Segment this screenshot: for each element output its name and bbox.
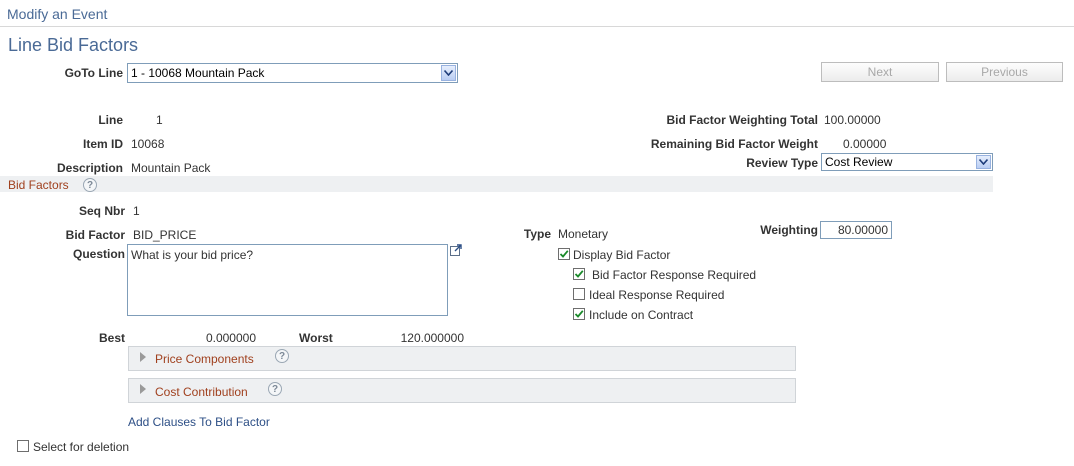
- question-label: Question: [72, 247, 125, 261]
- ideal-response-checkbox[interactable]: [573, 288, 585, 300]
- weighting-total-value: 100.00000: [824, 113, 881, 127]
- seq-nbr-label: Seq Nbr: [78, 204, 125, 218]
- goto-line-label: GoTo Line: [64, 66, 123, 80]
- line-label: Line: [98, 113, 123, 127]
- worst-value: 120.000000: [400, 331, 464, 345]
- best-label: Best: [98, 331, 125, 345]
- type-value: Monetary: [558, 227, 609, 241]
- review-type-value: Cost Review: [825, 155, 893, 169]
- weighting-input[interactable]: 80.00000: [820, 221, 892, 239]
- previous-button[interactable]: Previous: [946, 62, 1063, 82]
- remaining-weight-value: 0.00000: [843, 137, 887, 151]
- review-type-select[interactable]: Cost Review: [821, 153, 993, 171]
- bid-factor-value: BID_PRICE: [133, 228, 197, 242]
- seq-nbr-value: 1: [133, 204, 140, 218]
- select-deletion-label: Select for deletion: [33, 440, 130, 454]
- select-deletion-checkbox[interactable]: [17, 440, 29, 452]
- display-bid-factor-checkbox[interactable]: [558, 248, 570, 260]
- line-value: 1: [156, 113, 163, 127]
- response-required-checkbox[interactable]: [573, 268, 585, 280]
- breadcrumb: Modify an Event: [7, 6, 108, 22]
- include-contract-label: Include on Contract: [589, 308, 694, 322]
- expand-arrow-icon[interactable]: [450, 244, 462, 256]
- goto-line-select[interactable]: 1 - 10068 Mountain Pack: [127, 63, 458, 83]
- type-label: Type: [523, 227, 551, 241]
- response-required-label: Bid Factor Response Required: [592, 268, 757, 282]
- question-textarea[interactable]: What is your bid price?: [127, 244, 448, 316]
- question-mark-icon[interactable]: ?: [83, 178, 97, 192]
- remaining-weight-label: Remaining Bid Factor Weight: [650, 137, 818, 151]
- weighting-total-label: Bid Factor Weighting Total: [666, 113, 818, 127]
- chevron-down-icon[interactable]: [441, 65, 456, 81]
- display-bid-factor-label: Display Bid Factor: [573, 248, 671, 262]
- triangle-right-icon[interactable]: [140, 351, 146, 365]
- description-label: Description: [56, 161, 123, 175]
- triangle-right-icon[interactable]: [140, 383, 146, 397]
- review-type-label: Review Type: [746, 156, 818, 170]
- price-components-title[interactable]: Price Components: [155, 352, 254, 366]
- add-clauses-link[interactable]: Add Clauses To Bid Factor: [128, 415, 270, 429]
- item-id-label: Item ID: [82, 137, 123, 151]
- page-title: Line Bid Factors: [8, 35, 139, 55]
- question-mark-icon[interactable]: ?: [275, 349, 289, 363]
- next-button[interactable]: Next: [821, 62, 939, 82]
- weighting-label: Weighting: [760, 223, 818, 237]
- ideal-response-label: Ideal Response Required: [589, 288, 725, 302]
- question-mark-icon[interactable]: ?: [268, 382, 282, 396]
- best-value: 0.000000: [205, 331, 256, 345]
- header-divider: [0, 26, 1074, 27]
- goto-line-value: 1 - 10068 Mountain Pack: [131, 66, 265, 80]
- chevron-down-icon[interactable]: [976, 155, 991, 169]
- item-id-value: 10068: [131, 137, 165, 151]
- bid-factor-label: Bid Factor: [65, 228, 125, 242]
- bid-factors-title: Bid Factors: [8, 178, 69, 192]
- include-contract-checkbox[interactable]: [573, 308, 585, 320]
- description-value: Mountain Pack: [131, 161, 211, 175]
- cost-contribution-title[interactable]: Cost Contribution: [155, 385, 248, 399]
- bid-factors-section-bar: [0, 176, 993, 192]
- worst-label: Worst: [299, 331, 333, 345]
